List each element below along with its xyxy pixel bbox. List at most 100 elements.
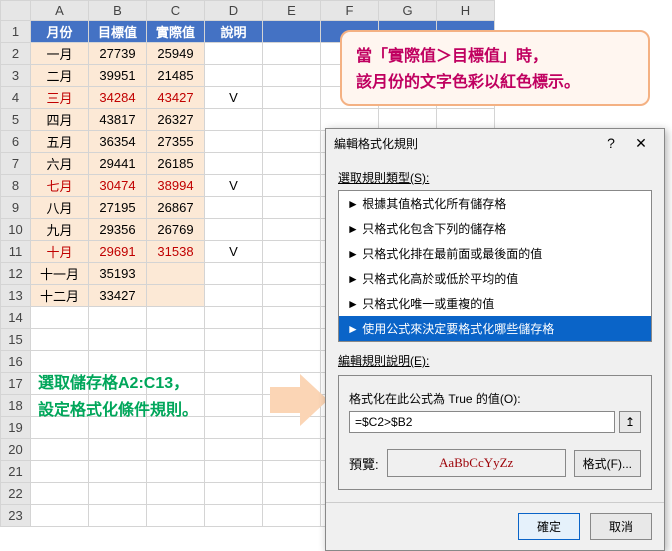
cell[interactable]	[31, 483, 89, 505]
cell[interactable]: V	[205, 87, 263, 109]
row-11[interactable]: 11	[1, 241, 31, 263]
cell[interactable]	[147, 439, 205, 461]
cell[interactable]	[263, 505, 321, 527]
col-A[interactable]: A	[31, 1, 89, 21]
cell[interactable]: 31538	[147, 241, 205, 263]
cell[interactable]: 38994	[147, 175, 205, 197]
cell[interactable]	[263, 131, 321, 153]
cell[interactable]	[205, 197, 263, 219]
cell[interactable]: 四月	[31, 109, 89, 131]
cell[interactable]: 十月	[31, 241, 89, 263]
cell[interactable]: 29441	[89, 153, 147, 175]
cell[interactable]: 26867	[147, 197, 205, 219]
cell[interactable]	[205, 131, 263, 153]
cell[interactable]	[205, 285, 263, 307]
cell[interactable]: 43817	[89, 109, 147, 131]
range-picker-button[interactable]: ↥	[619, 411, 641, 433]
cell[interactable]	[263, 21, 321, 43]
cell[interactable]	[205, 483, 263, 505]
cell[interactable]: 33427	[89, 285, 147, 307]
cell[interactable]	[263, 285, 321, 307]
row-21[interactable]: 21	[1, 461, 31, 483]
col-G[interactable]: G	[379, 1, 437, 21]
cell[interactable]	[263, 329, 321, 351]
cell[interactable]	[263, 307, 321, 329]
row-16[interactable]: 16	[1, 351, 31, 373]
cell[interactable]	[205, 219, 263, 241]
col-E[interactable]: E	[263, 1, 321, 21]
cell[interactable]: 十二月	[31, 285, 89, 307]
cell[interactable]	[89, 483, 147, 505]
cell[interactable]	[263, 439, 321, 461]
cell[interactable]	[205, 461, 263, 483]
cell[interactable]: 七月	[31, 175, 89, 197]
cell[interactable]	[89, 505, 147, 527]
cell[interactable]	[31, 307, 89, 329]
row-13[interactable]: 13	[1, 285, 31, 307]
rule-option[interactable]: ► 只格式化高於或低於平均的值	[339, 266, 651, 291]
cell[interactable]	[205, 351, 263, 373]
cell[interactable]	[205, 329, 263, 351]
cell[interactable]	[147, 307, 205, 329]
cell[interactable]	[205, 43, 263, 65]
row-12[interactable]: 12	[1, 263, 31, 285]
rule-option-selected[interactable]: ► 使用公式來決定要格式化哪些儲存格	[339, 316, 651, 341]
cell[interactable]	[263, 483, 321, 505]
cell[interactable]: 43427	[147, 87, 205, 109]
cell[interactable]: V	[205, 241, 263, 263]
row-14[interactable]: 14	[1, 307, 31, 329]
cell[interactable]	[263, 153, 321, 175]
cell[interactable]	[89, 307, 147, 329]
cell[interactable]: 34284	[89, 87, 147, 109]
cell[interactable]	[263, 43, 321, 65]
row-4[interactable]: 4	[1, 87, 31, 109]
rule-option[interactable]: ► 根據其值格式化所有儲存格	[339, 191, 651, 216]
row-2[interactable]: 2	[1, 43, 31, 65]
rule-type-list[interactable]: ► 根據其值格式化所有儲存格 ► 只格式化包含下列的儲存格 ► 只格式化排在最前…	[338, 190, 652, 342]
cell[interactable]: 一月	[31, 43, 89, 65]
cell[interactable]: 27195	[89, 197, 147, 219]
cell[interactable]	[205, 65, 263, 87]
row-7[interactable]: 7	[1, 153, 31, 175]
cell[interactable]	[147, 461, 205, 483]
cell[interactable]	[205, 505, 263, 527]
format-button[interactable]: 格式(F)...	[574, 450, 641, 477]
cell[interactable]	[147, 329, 205, 351]
cell[interactable]: 26769	[147, 219, 205, 241]
col-D[interactable]: D	[205, 1, 263, 21]
cell[interactable]	[205, 395, 263, 417]
cell[interactable]: 27355	[147, 131, 205, 153]
cell[interactable]	[205, 153, 263, 175]
cell[interactable]	[31, 329, 89, 351]
cell[interactable]: 27739	[89, 43, 147, 65]
cell[interactable]: 十一月	[31, 263, 89, 285]
cell[interactable]: 26327	[147, 109, 205, 131]
cell[interactable]: 26185	[147, 153, 205, 175]
cell[interactable]: 八月	[31, 197, 89, 219]
row-1[interactable]: 1	[1, 21, 31, 43]
row-15[interactable]: 15	[1, 329, 31, 351]
col-B[interactable]: B	[89, 1, 147, 21]
ok-button[interactable]: 確定	[518, 513, 580, 540]
cell[interactable]	[147, 285, 205, 307]
col-C[interactable]: C	[147, 1, 205, 21]
row-19[interactable]: 19	[1, 417, 31, 439]
close-button[interactable]: ✕	[626, 135, 656, 152]
cell[interactable]: 29356	[89, 219, 147, 241]
row-6[interactable]: 6	[1, 131, 31, 153]
cell[interactable]	[205, 373, 263, 395]
cell[interactable]	[89, 439, 147, 461]
cell[interactable]	[263, 197, 321, 219]
cell[interactable]	[31, 461, 89, 483]
cell[interactable]	[205, 109, 263, 131]
cell[interactable]	[89, 461, 147, 483]
cell[interactable]: 25949	[147, 43, 205, 65]
row-23[interactable]: 23	[1, 505, 31, 527]
cell[interactable]: 五月	[31, 131, 89, 153]
cell[interactable]: 實際值	[147, 21, 205, 43]
cell[interactable]: 21485	[147, 65, 205, 87]
cell[interactable]	[147, 263, 205, 285]
cell[interactable]: 29691	[89, 241, 147, 263]
row-10[interactable]: 10	[1, 219, 31, 241]
cell[interactable]: 說明	[205, 21, 263, 43]
